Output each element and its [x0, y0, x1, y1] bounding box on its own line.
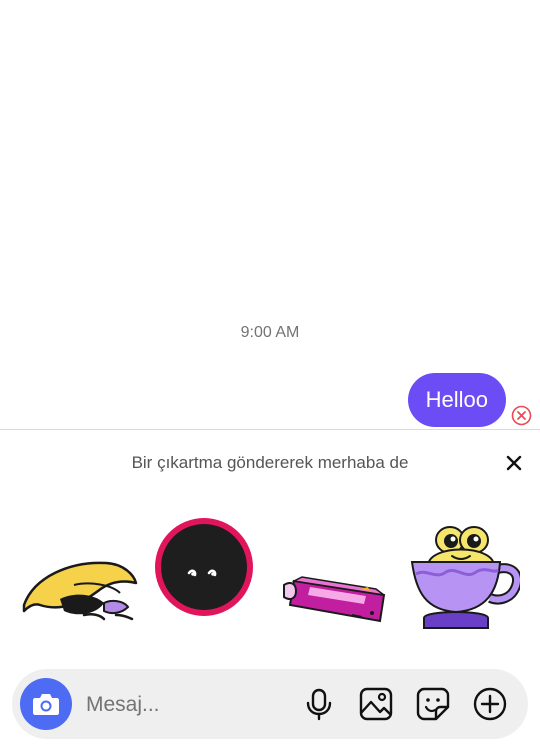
camera-icon — [33, 694, 59, 715]
gallery-icon[interactable] — [358, 686, 394, 722]
add-icon[interactable] — [472, 686, 508, 722]
frog-in-cup-sticker[interactable] — [408, 518, 520, 632]
message-composer — [12, 669, 528, 739]
sleeping-banana-sticker[interactable] — [20, 555, 138, 621]
message-timestamp: 9:00 AM — [240, 324, 300, 341]
microphone-icon[interactable] — [301, 686, 337, 722]
message-input[interactable] — [84, 683, 288, 727]
chat-thread: 9:00 AM Helloo — [0, 0, 540, 430]
close-icon[interactable] — [503, 452, 525, 474]
camera-button[interactable] — [20, 678, 72, 730]
divider — [0, 429, 540, 430]
send-failed-icon[interactable] — [511, 405, 532, 426]
pink-handheld-device-sticker[interactable] — [280, 575, 388, 627]
outgoing-message-bubble[interactable]: Helloo — [407, 373, 506, 427]
sticker-icon[interactable] — [415, 686, 451, 722]
dark-eyes-circle-sticker[interactable] — [152, 515, 256, 619]
sticker-prompt: Bir çıkartma göndererek merhaba de — [131, 453, 409, 472]
